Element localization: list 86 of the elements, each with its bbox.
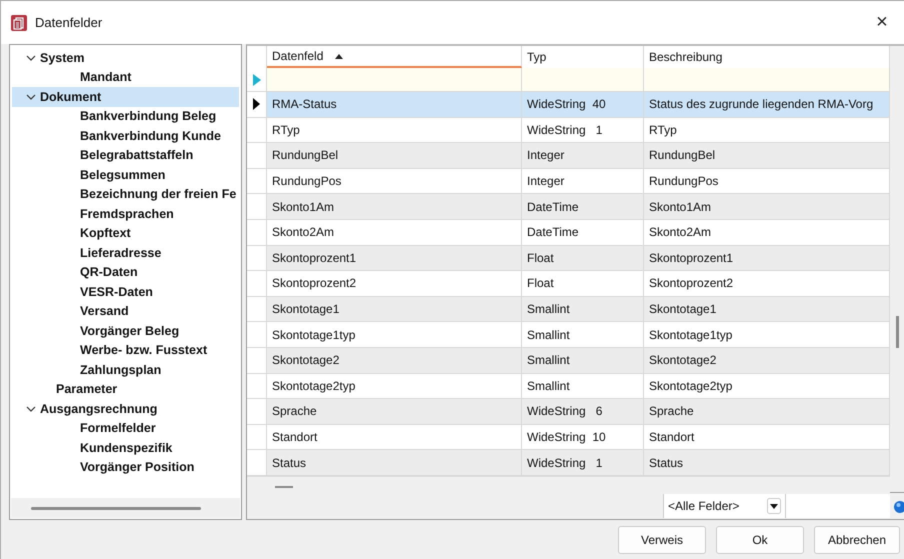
- tree-item[interactable]: Bankverbindung Beleg: [12, 106, 239, 126]
- table-cell: Skontotage1typ: [267, 322, 522, 347]
- table-cell: DateTime: [522, 220, 644, 245]
- table-row[interactable]: RMA-Status WideString 40 Status des zugrunde liegenden RMA-Vorg: [247, 92, 890, 118]
- table-cell: Skontoprozent2: [267, 271, 522, 296]
- tree-item[interactable]: Versand: [12, 302, 239, 321]
- tree-item[interactable]: QR-Daten: [12, 262, 239, 282]
- table-cell: RundungPos: [267, 168, 522, 194]
- table-cell: Smallint: [522, 348, 644, 373]
- table-cell: Skonto2Am: [267, 220, 522, 245]
- dialog-button[interactable]: Ok: [716, 526, 804, 554]
- tree-item[interactable]: Bezeichnung der freien Fe: [12, 184, 239, 204]
- table-cell: WideString 6: [522, 399, 644, 424]
- chevron-icon[interactable]: [26, 94, 36, 100]
- table-cell: DateTime: [522, 194, 644, 219]
- tree-item[interactable]: Vorgänger Position: [12, 458, 239, 477]
- table-row[interactable]: Status WideString 1 Status: [247, 450, 890, 476]
- current-row-icon: [253, 98, 260, 110]
- table-cell: Skonto1Am: [267, 194, 522, 219]
- table-cell: Status: [267, 450, 522, 475]
- vertical-scrollbar[interactable]: [890, 46, 904, 492]
- horizontal-scrollbar[interactable]: [11, 498, 240, 518]
- table-cell: Status des zugrunde liegenden RMA-Vorg: [644, 92, 890, 117]
- chevron-icon[interactable]: [26, 406, 36, 412]
- table-cell: Skontotage2: [267, 348, 522, 373]
- dropdown-icon[interactable]: [767, 498, 781, 514]
- table-cell: Float: [522, 246, 644, 270]
- table-row[interactable]: Skontoprozent1 Float Skontoprozent1: [247, 246, 890, 272]
- table-row[interactable]: Skontotage2 Smallint Skontotage2: [247, 348, 890, 374]
- dialog-button[interactable]: Abbrechen: [814, 526, 900, 554]
- table-row[interactable]: Sprache WideString 6 Sprache: [247, 399, 890, 425]
- table-cell: RundungBel: [267, 143, 522, 168]
- table-cell: Skontotage1: [644, 296, 890, 322]
- tree-item[interactable]: Kundenspezifik: [12, 438, 239, 458]
- close-button[interactable]: ×: [864, 8, 900, 38]
- window-title: Datenfelder: [35, 15, 104, 30]
- table-cell: Skontotage2typ: [267, 374, 522, 398]
- table-cell: WideString 40: [522, 92, 644, 117]
- tree-item[interactable]: Dokument: [12, 87, 239, 106]
- field-combo[interactable]: <Alle Felder>: [663, 494, 785, 518]
- tree-item[interactable]: Fremdsprachen: [12, 204, 239, 224]
- tree-item[interactable]: Belegrabattstaffeln: [12, 146, 239, 165]
- table-cell: RTyp: [267, 118, 522, 142]
- tree-item[interactable]: Belegsummen: [12, 165, 239, 184]
- table-cell: Skontoprozent1: [267, 246, 522, 270]
- table-row[interactable]: Skonto1Am DateTime Skonto1Am: [247, 194, 890, 220]
- table-cell: Smallint: [522, 322, 644, 347]
- table-row[interactable]: RundungBel Integer RundungBel: [247, 143, 890, 169]
- tree-item[interactable]: Formelfelder: [12, 418, 239, 438]
- tree-item[interactable]: Mandant: [12, 68, 239, 87]
- table-cell: Skonto1Am: [644, 194, 890, 219]
- search-field[interactable]: [785, 494, 890, 518]
- table-cell: Sprache: [644, 399, 890, 424]
- chevron-icon[interactable]: [26, 54, 36, 61]
- table-cell: WideString 10: [522, 424, 644, 450]
- table-cell: Skontotage1: [267, 296, 522, 322]
- filter-row-icon: [252, 74, 260, 86]
- table-cell: Float: [522, 271, 644, 296]
- tree-item[interactable]: System: [12, 48, 239, 68]
- dialog-button[interactable]: Verweis: [618, 526, 706, 554]
- table-cell: Skontotage2: [644, 348, 890, 373]
- tree-item[interactable]: Ausgangsrechnung: [12, 399, 239, 418]
- table-cell: Smallint: [522, 296, 644, 322]
- table-cell: RundungBel: [644, 143, 890, 168]
- table-cell: Integer: [522, 168, 644, 194]
- table-cell: Sprache: [267, 399, 522, 424]
- column-header[interactable]: Datenfeld: [267, 46, 522, 68]
- tree-item[interactable]: Zahlungsplan: [12, 360, 239, 380]
- tree-item[interactable]: VESR-Daten: [12, 282, 239, 302]
- tree-item[interactable]: Lieferadresse: [12, 243, 239, 262]
- table-cell: Smallint: [522, 374, 644, 398]
- table-cell: Status: [644, 450, 890, 475]
- tree-item[interactable]: Kopftext: [12, 224, 239, 243]
- tree-item[interactable]: Werbe- bzw. Fusstext: [12, 340, 239, 360]
- tree-item[interactable]: Parameter: [12, 380, 239, 399]
- table-cell: Skontoprozent1: [644, 246, 890, 270]
- sort-ascending-icon: [334, 54, 343, 58]
- tree-item[interactable]: Vorgänger Beleg: [12, 321, 239, 340]
- table-cell: Standort: [267, 424, 522, 450]
- table-cell: WideString 1: [522, 450, 644, 475]
- table-row[interactable]: Skontotage1 Smallint Skontotage1: [247, 296, 890, 322]
- table-cell: Integer: [522, 143, 644, 168]
- table-cell: RMA-Status: [267, 92, 522, 117]
- tree-item[interactable]: Bankverbindung Kunde: [12, 126, 239, 146]
- app-icon: [11, 14, 27, 30]
- table-cell: WideString 1: [522, 118, 644, 142]
